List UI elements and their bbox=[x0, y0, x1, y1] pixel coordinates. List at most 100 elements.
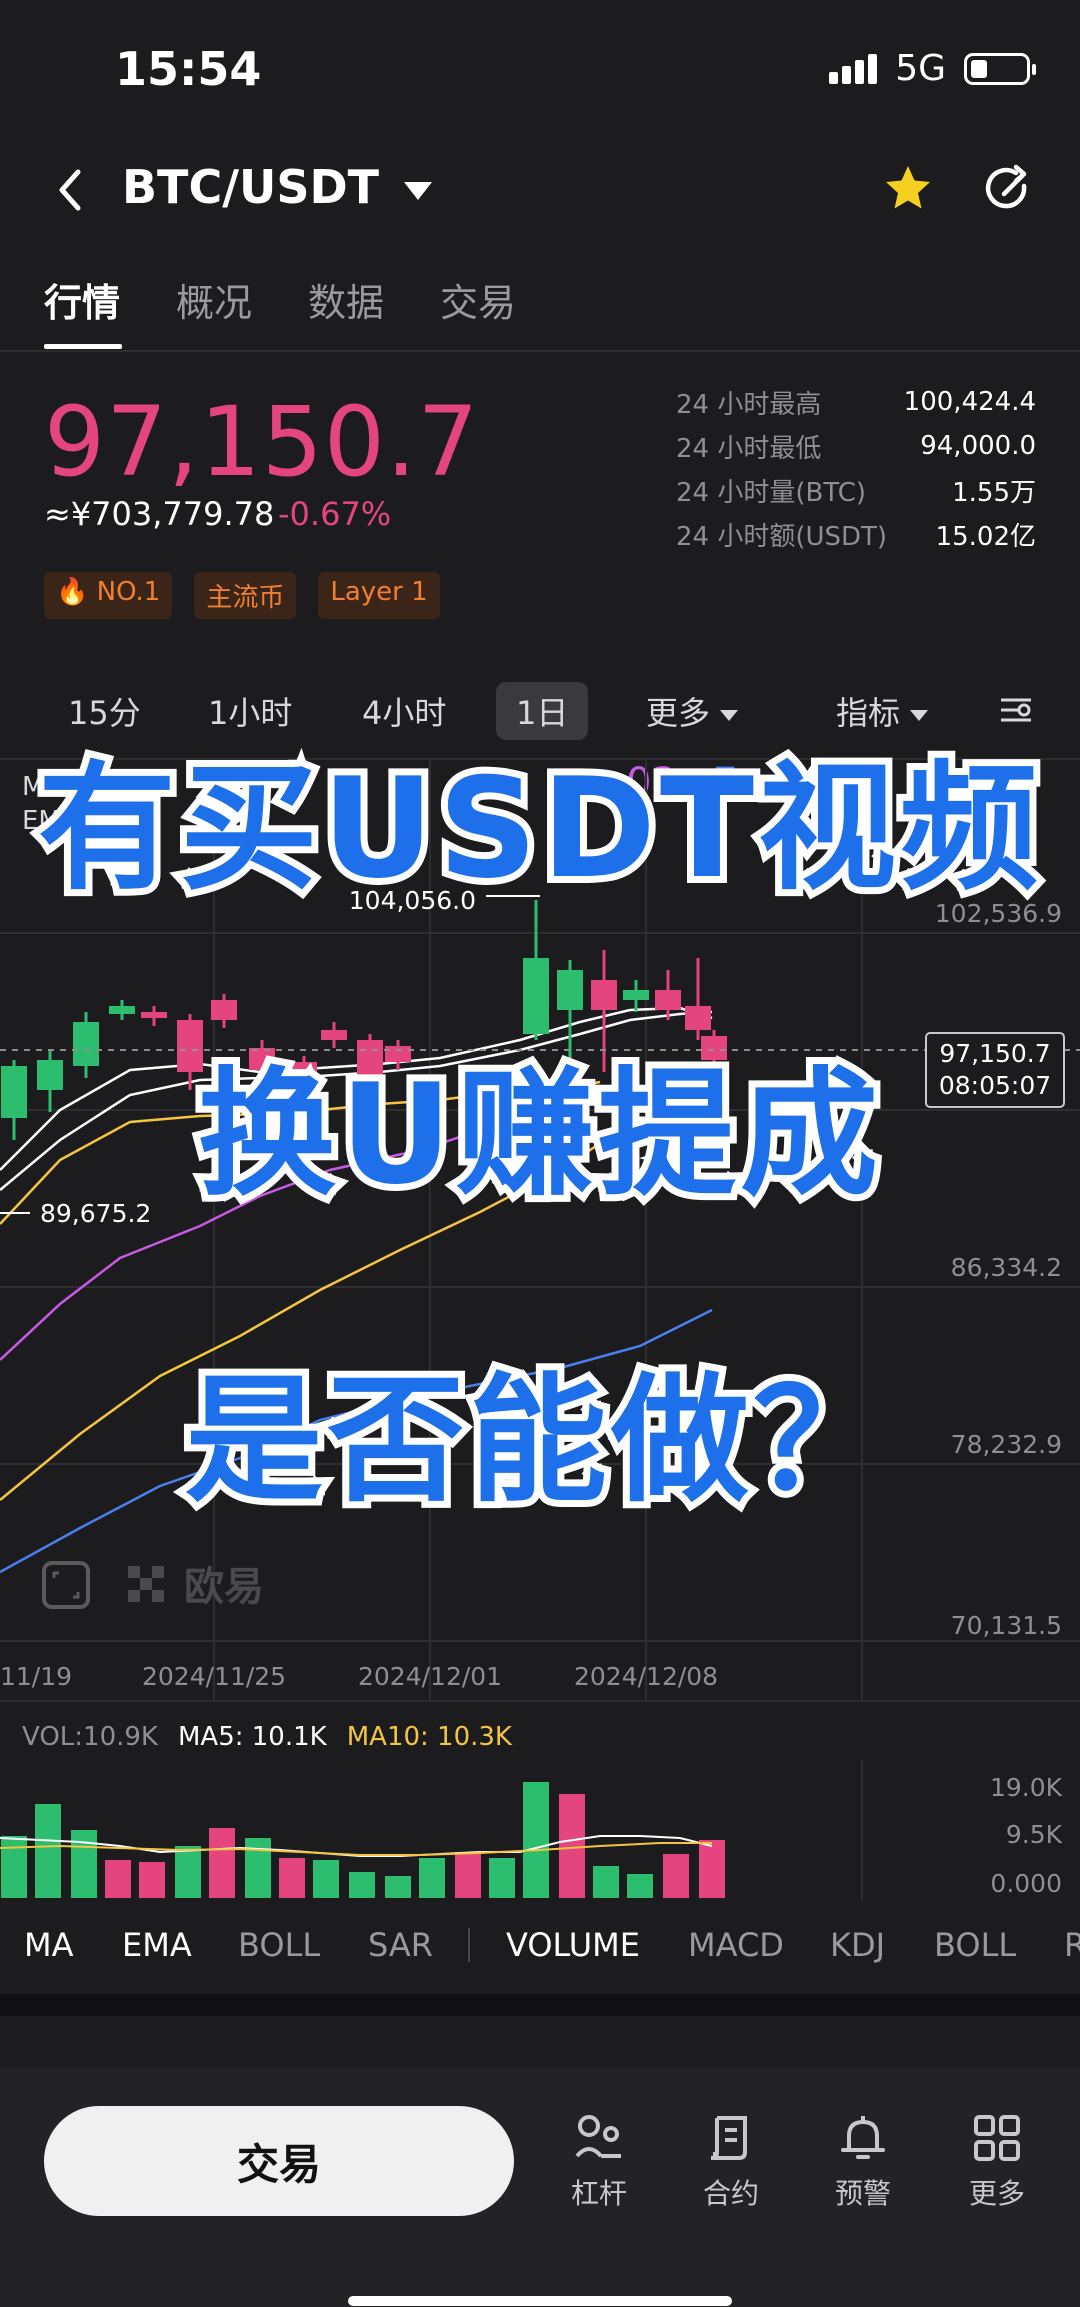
trade-button[interactable]: 交易 bbox=[44, 2106, 514, 2216]
price-cny: ≈¥703,779.78 bbox=[44, 495, 275, 533]
home-indicator bbox=[348, 2296, 732, 2306]
status-indicators: 5G bbox=[829, 48, 1036, 89]
volume-bar bbox=[175, 1846, 201, 1898]
indicator-boll[interactable]: BOLL bbox=[238, 1926, 320, 1964]
overlay-line-1: 有买USDT视频 bbox=[31, 741, 1045, 916]
volume-bar bbox=[105, 1860, 131, 1898]
nav-leverage-label: 杠杆 bbox=[570, 2177, 627, 2210]
rank-tag-label: NO.1 bbox=[96, 577, 161, 607]
volume-bar bbox=[559, 1794, 585, 1898]
nav-futures[interactable]: 合约 bbox=[676, 2112, 786, 2212]
nav-more-label: 更多 bbox=[968, 2177, 1025, 2210]
okx-logo-icon bbox=[128, 1566, 164, 1602]
indicator-sar[interactable]: SAR bbox=[368, 1926, 433, 1964]
tab-trade[interactable]: 交易 bbox=[440, 272, 516, 327]
tab-market[interactable]: 行情 bbox=[44, 272, 120, 327]
nav-alerts[interactable]: 预警 bbox=[808, 2112, 918, 2212]
pair-dropdown-icon[interactable] bbox=[404, 182, 432, 200]
stat-row: 24 小时额(USDT) 15.02亿 bbox=[676, 512, 1036, 556]
stats-panel: 24 小时最高 100,424.4 24 小时最低 94,000.0 24 小时量(… bbox=[676, 380, 1036, 556]
x-axis-label: 11/19 bbox=[0, 1662, 73, 1691]
stat-value: 1.55万 bbox=[952, 477, 1036, 508]
flame-icon: 🔥 bbox=[56, 577, 89, 607]
section-tabs: 行情 概况 数据 交易 bbox=[44, 272, 516, 327]
x-axis-label: 2024/12/01 bbox=[358, 1662, 503, 1691]
volume-bars bbox=[1, 1782, 725, 1898]
stat-label: 24 小时最低 bbox=[676, 433, 822, 464]
volume-bar bbox=[627, 1874, 653, 1898]
indicator-separator bbox=[468, 1928, 470, 1962]
volume-bar bbox=[279, 1858, 305, 1898]
active-tab-indicator bbox=[44, 344, 122, 349]
tab-overview[interactable]: 概况 bbox=[176, 272, 252, 327]
volume-bar bbox=[699, 1840, 725, 1898]
indicator-ema[interactable]: EMA bbox=[122, 1926, 192, 1964]
indicator-kdj[interactable]: KDJ bbox=[830, 1926, 885, 1964]
stat-value: 15.02亿 bbox=[935, 521, 1036, 552]
candle-body bbox=[623, 990, 649, 1000]
tag-list: 🔥 NO.1 主流币 Layer 1 bbox=[44, 572, 440, 619]
y-axis-label: 70,131.5 bbox=[951, 1611, 1062, 1640]
volume-bar bbox=[523, 1782, 549, 1898]
stat-row: 24 小时最高 100,424.4 bbox=[676, 380, 1036, 424]
indicator-macd[interactable]: MACD bbox=[688, 1926, 784, 1964]
share-icon[interactable] bbox=[980, 162, 1036, 218]
volume-bar bbox=[349, 1872, 375, 1898]
vol-axis-label: 9.5K bbox=[1006, 1820, 1063, 1849]
nav-alerts-label: 预警 bbox=[834, 2177, 891, 2210]
volume-bar bbox=[139, 1862, 165, 1898]
nav-more[interactable]: 更多 bbox=[942, 2112, 1052, 2212]
volume-chart[interactable]: 19.0K 9.5K 0.000 bbox=[0, 1760, 1080, 1900]
divider bbox=[0, 1700, 1080, 1702]
stat-label: 24 小时最高 bbox=[676, 389, 822, 420]
volume-bar bbox=[71, 1830, 97, 1898]
bell-icon bbox=[841, 2116, 885, 2159]
volume-bar bbox=[245, 1838, 271, 1898]
section-gap bbox=[0, 1994, 1080, 2016]
stat-value: 100,424.4 bbox=[903, 387, 1036, 417]
volume-bar bbox=[419, 1858, 445, 1898]
stat-value: 94,000.0 bbox=[920, 431, 1036, 461]
x-axis-label: 2024/11/25 bbox=[142, 1662, 287, 1691]
volume-bar bbox=[313, 1860, 339, 1898]
candle-body bbox=[655, 990, 681, 1010]
layer1-tag[interactable]: Layer 1 bbox=[318, 572, 440, 619]
divider bbox=[0, 350, 1080, 352]
nav-leverage[interactable]: 杠杆 bbox=[544, 2112, 654, 2212]
y-axis-label: 86,334.2 bbox=[951, 1253, 1062, 1282]
vol-value: VOL:10.9K bbox=[22, 1722, 158, 1752]
vol-axis-label: 19.0K bbox=[990, 1773, 1063, 1802]
last-price: 97,150.7 bbox=[44, 386, 480, 498]
vol-ma5: MA5: 10.1K bbox=[177, 1722, 327, 1752]
vol-axis-label: 0.000 bbox=[990, 1869, 1062, 1898]
candle-body bbox=[591, 980, 617, 1010]
mainstream-tag[interactable]: 主流币 bbox=[194, 572, 297, 619]
grid-icon bbox=[974, 2115, 1020, 2161]
indicator-more-cutoff[interactable]: R bbox=[1064, 1926, 1080, 1964]
volume-bar bbox=[209, 1828, 235, 1898]
indicator-boll-sub[interactable]: BOLL bbox=[934, 1926, 1016, 1964]
indicator-volume[interactable]: VOLUME bbox=[506, 1926, 640, 1964]
volume-bar bbox=[1, 1836, 27, 1898]
favorite-star-icon[interactable] bbox=[880, 160, 936, 216]
volume-bar bbox=[593, 1866, 619, 1898]
volume-bar bbox=[455, 1852, 481, 1898]
candle-body bbox=[557, 970, 583, 1010]
watermark-text: 欧易 bbox=[184, 1564, 264, 1610]
candle-body bbox=[211, 1000, 237, 1020]
indicator-ma[interactable]: MA bbox=[24, 1926, 74, 1964]
contract-icon bbox=[710, 2116, 747, 2160]
volume-legend: VOL:10.9K MA5: 10.1K MA10: 10.3K bbox=[22, 1722, 512, 1752]
pair-title[interactable]: BTC/USDT bbox=[122, 160, 379, 214]
volume-bar bbox=[663, 1854, 689, 1898]
network-label: 5G bbox=[895, 48, 946, 89]
rank-tag[interactable]: 🔥 NO.1 bbox=[44, 572, 173, 619]
battery-icon bbox=[964, 52, 1036, 85]
tab-data[interactable]: 数据 bbox=[308, 272, 384, 327]
stat-row: 24 小时量(BTC) 1.55万 bbox=[676, 468, 1036, 512]
fullscreen-icon[interactable] bbox=[42, 1561, 90, 1609]
stat-row: 24 小时最低 94,000.0 bbox=[676, 424, 1036, 468]
x-axis-label: 2024/12/08 bbox=[574, 1662, 719, 1691]
back-arrow-icon[interactable] bbox=[50, 160, 90, 220]
nav-futures-label: 合约 bbox=[702, 2177, 759, 2210]
